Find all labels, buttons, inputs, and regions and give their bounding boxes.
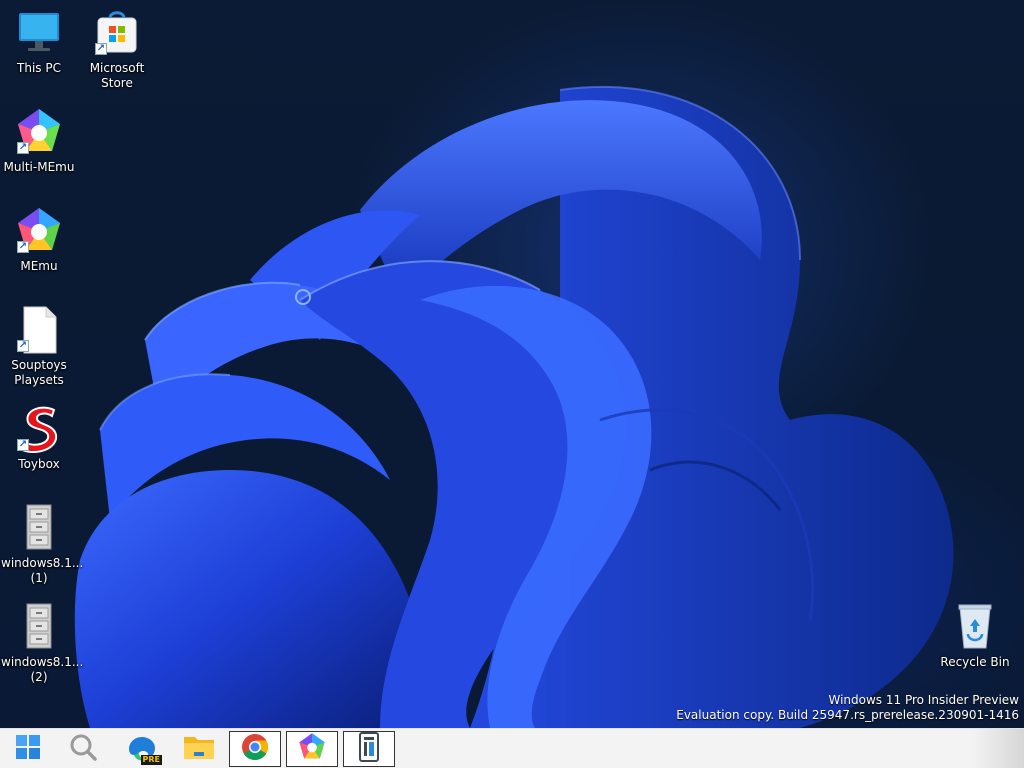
memu-icon [297,732,327,766]
recycle-bin-icon [950,602,1000,652]
desktop-icon-label: Toybox [18,457,60,471]
desktop-icon-souptoys-playsets[interactable]: ↗ Souptoys Playsets [1,305,77,388]
taskbar-memu-button[interactable] [286,731,338,767]
desktop-icon-label: MEmu [20,259,58,273]
taskbar-app-button[interactable] [343,731,395,767]
desktop-icon-label: Microsoft Store [89,61,145,90]
chrome-icon [241,733,269,765]
shortcut-arrow-icon: ↗ [17,142,29,154]
desktop-icon-windows8-2[interactable]: windows8.1... (2) [1,602,84,685]
desktop-icon-windows8-1[interactable]: windows8.1... (1) [1,503,84,586]
desktop-icon-label: This PC [17,61,61,75]
taskbar-file-explorer-button[interactable] [173,731,225,767]
taskbar-search-button[interactable] [57,731,109,767]
desktop-icon-label: Souptoys Playsets [11,358,67,387]
taskbar-edge-preview-button[interactable]: PRE [116,731,168,767]
desktop-icon-microsoft-store[interactable]: ↗ Microsoft Store [79,8,155,91]
desktop-icon-recycle-bin[interactable]: Recycle Bin [937,602,1013,670]
evaluation-watermark: Windows 11 Pro Insider Preview Evaluatio… [676,693,1019,723]
desktop-icon-label: windows8.1... (1) [1,556,84,585]
store-icon: ↗ [92,8,142,58]
watermark-line-build: Evaluation copy. Build 25947.rs_prerelea… [676,708,1019,722]
taskbar-chrome-button[interactable] [229,731,281,767]
folder-icon [183,733,215,765]
desktop-icon-multi-memu[interactable]: ↗ Multi-MEmu [1,107,77,175]
desktop-icon-this-pc[interactable]: This PC [1,8,77,76]
toybox-icon: ↗ [14,404,64,454]
shortcut-arrow-icon: ↗ [17,439,29,451]
desktop-icon-label: Multi-MEmu [3,160,75,174]
desktop-icon-toybox[interactable]: ↗ Toybox [1,404,77,472]
desktop: This PC ↗ Microsoft Store ↗ Multi-MEmu ↗… [0,0,1024,728]
search-icon [69,733,97,765]
watermark-line-edition: Windows 11 Pro Insider Preview [828,693,1019,707]
shortcut-arrow-icon: ↗ [17,340,29,352]
taskbar: PRE [0,728,1024,768]
computer-icon [14,8,64,58]
pre-badge: PRE [140,755,162,765]
windows-start-icon [15,734,41,764]
file-cabinet-icon [14,602,64,652]
document-icon: ↗ [14,305,64,355]
desktop-icon-memu[interactable]: ↗ MEmu [1,206,77,274]
memu-icon: ↗ [14,206,64,256]
edge-pre-icon: PRE [128,735,162,765]
desktop-icon-label: Recycle Bin [940,655,1010,669]
desktop-icon-label: windows8.1... (2) [1,655,84,684]
shortcut-arrow-icon: ↗ [95,43,107,55]
bloom-wallpaper [74,85,954,728]
multi-memu-icon: ↗ [14,107,64,157]
phone-app-icon [356,732,382,766]
shortcut-arrow-icon: ↗ [17,241,29,253]
taskbar-start-button[interactable] [2,731,54,767]
file-cabinet-icon [14,503,64,553]
